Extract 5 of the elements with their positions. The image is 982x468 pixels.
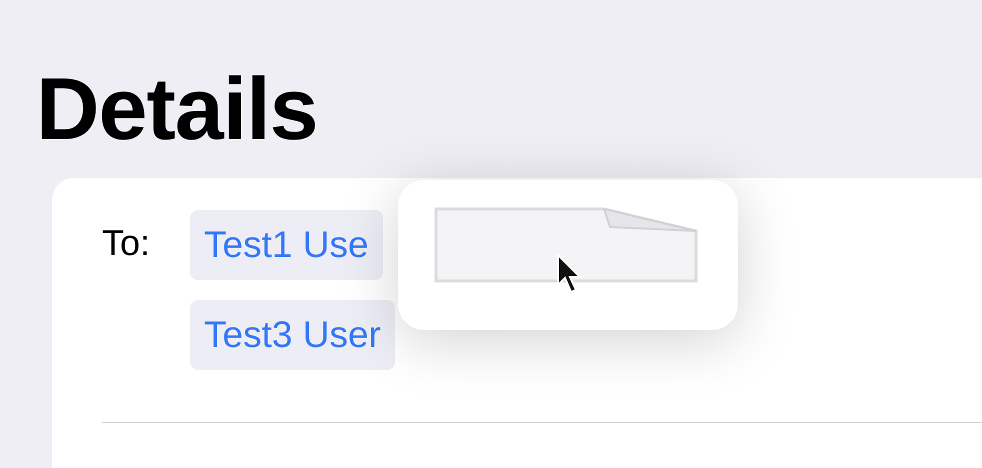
page-title: Details — [36, 62, 319, 156]
recipient-chip[interactable]: Test3 User — [190, 300, 395, 370]
to-label: To: — [102, 222, 150, 264]
recipient-chip[interactable]: Test1 Use — [190, 210, 383, 280]
document-icon — [434, 207, 700, 285]
